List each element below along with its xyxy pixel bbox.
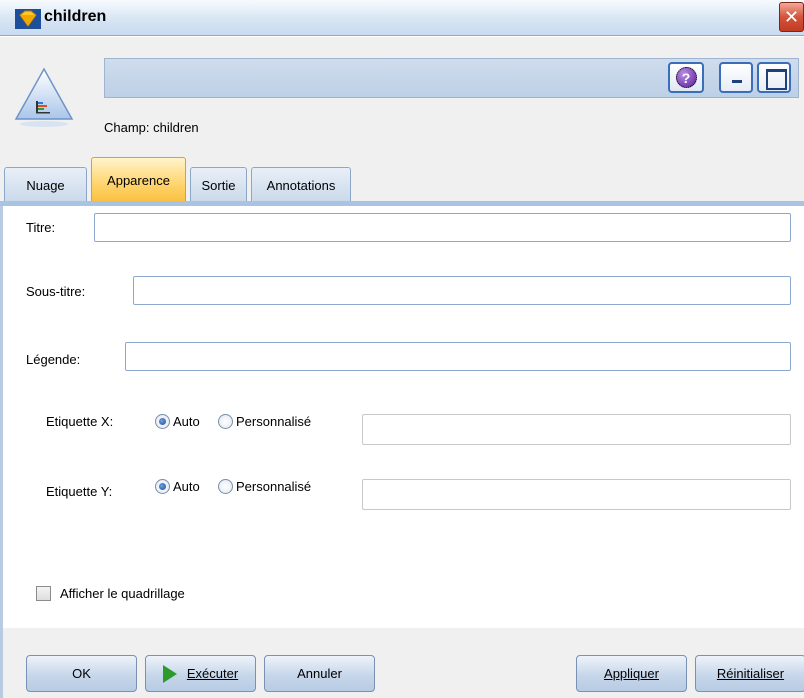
close-button[interactable]: ✕ <box>779 2 804 32</box>
y-custom-radio[interactable] <box>218 479 233 494</box>
window-title: children <box>44 8 107 25</box>
ok-button[interactable]: OK <box>26 655 137 692</box>
x-auto-radio[interactable] <box>155 414 170 429</box>
maximize-button[interactable] <box>757 62 791 93</box>
reset-button-label: Réinitialiser <box>716 666 785 681</box>
run-button-label: Exécuter <box>186 666 239 681</box>
y-custom-input[interactable] <box>362 479 791 510</box>
x-custom-input[interactable] <box>362 414 791 445</box>
tab-nuage[interactable]: Nuage <box>4 167 87 203</box>
y-auto-radio[interactable] <box>155 479 170 494</box>
grid-checkbox[interactable] <box>36 586 51 601</box>
title-label: Titre: <box>26 220 56 235</box>
caption-label: Légende: <box>26 352 81 367</box>
y-auto-label: Auto <box>173 479 200 494</box>
x-label-label: Etiquette X: <box>46 414 114 429</box>
diamond-icon <box>15 9 41 29</box>
graph-node-icon <box>14 67 74 127</box>
subtitle-label: Sous-titre: <box>26 284 86 299</box>
caption-input[interactable] <box>125 342 791 371</box>
title-bar: children ✕ <box>0 0 804 36</box>
tab-sortie[interactable]: Sortie <box>190 167 247 203</box>
help-icon: ? <box>675 67 697 88</box>
tab-bar: Nuage Apparence Sortie Annotations <box>0 155 804 203</box>
subtitle-input[interactable] <box>133 276 791 305</box>
minimize-button[interactable] <box>719 62 753 93</box>
x-custom-label: Personnalisé <box>236 414 312 429</box>
run-button[interactable]: Exécuter <box>145 655 256 692</box>
x-auto-label: Auto <box>173 414 200 429</box>
y-label-label: Etiquette Y: <box>46 484 113 499</box>
reset-button[interactable]: Réinitialiser <box>695 655 804 692</box>
title-input[interactable] <box>94 213 791 242</box>
play-icon <box>162 664 177 683</box>
apply-button[interactable]: Appliquer <box>576 655 687 692</box>
apply-button-label: Appliquer <box>604 666 659 681</box>
tab-annotations[interactable]: Annotations <box>251 167 351 203</box>
node-header: ? Champ: children <box>0 37 804 155</box>
button-bar: OK Exécuter Annuler Appliquer Réinitiali… <box>0 628 804 698</box>
appearance-panel: Titre: Sous-titre: Légende: Etiquette X:… <box>0 206 804 628</box>
tab-apparence[interactable]: Apparence <box>91 157 186 203</box>
grid-label: Afficher le quadrillage <box>60 586 185 601</box>
y-custom-label: Personnalisé <box>236 479 312 494</box>
field-label: Champ: children <box>104 120 199 135</box>
cancel-button[interactable]: Annuler <box>264 655 375 692</box>
help-button[interactable]: ? <box>668 62 704 93</box>
x-custom-radio[interactable] <box>218 414 233 429</box>
